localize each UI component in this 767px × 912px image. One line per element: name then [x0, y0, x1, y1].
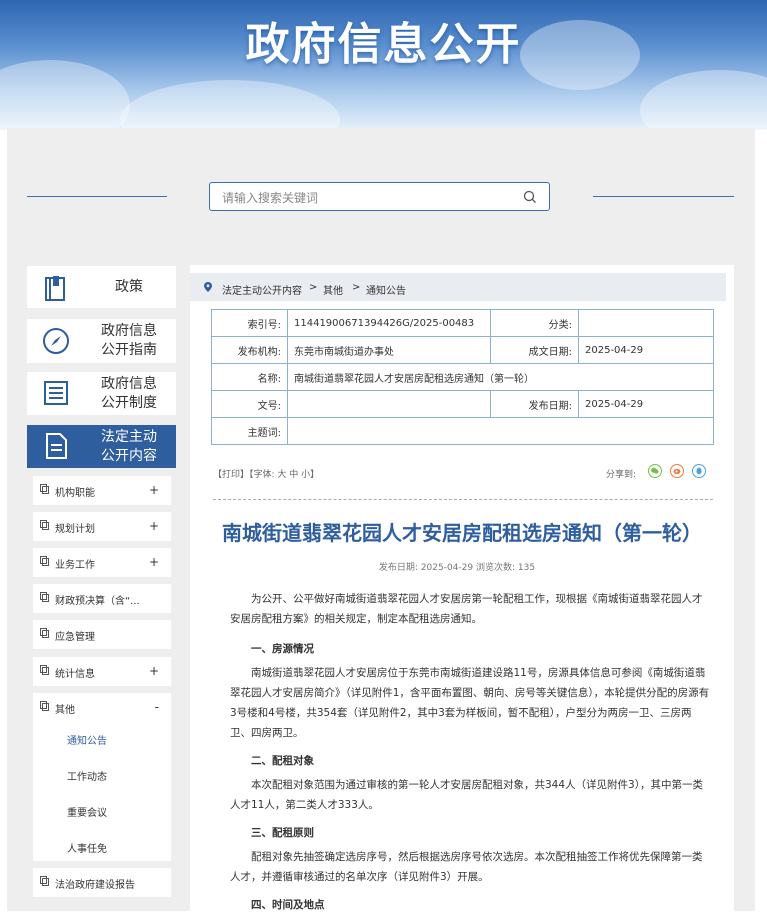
- nav-statutory-label-2: 公开内容: [101, 448, 157, 464]
- nav-guide-label-1: 政府信息: [101, 323, 157, 339]
- meta-value: 东莞市南城街道办事处: [287, 336, 491, 364]
- document-list-icon: [44, 381, 68, 405]
- meta-label: 主题词:: [211, 417, 288, 445]
- search-input[interactable]: [220, 188, 514, 208]
- meta-label: 分类:: [490, 309, 579, 337]
- qq-icon[interactable]: [692, 464, 706, 478]
- subnav-item[interactable]: 业务工作 +: [33, 548, 171, 577]
- meta-value: [287, 390, 491, 418]
- copy-icon: [40, 484, 49, 494]
- meta-label: 名称:: [211, 363, 288, 391]
- expand-icon[interactable]: +: [149, 519, 159, 533]
- weibo-icon[interactable]: [670, 464, 684, 478]
- subnav-item-label: 机构职能: [55, 488, 95, 499]
- expand-icon[interactable]: +: [149, 664, 159, 678]
- meta-value: 2025-04-29: [578, 390, 714, 418]
- meta-value: [578, 309, 714, 337]
- breadcrumb-separator: >: [309, 282, 318, 293]
- location-pin-icon: [204, 282, 212, 292]
- document-icon: [46, 433, 67, 459]
- book-icon: [45, 276, 65, 301]
- subnav-child-notice[interactable]: 通知公告: [67, 732, 107, 747]
- header-banner: 政府信息公开: [0, 0, 767, 130]
- meta-label: 文号:: [211, 390, 288, 418]
- meta-label: 索引号:: [211, 309, 288, 337]
- divider: [213, 499, 713, 500]
- nav-policy[interactable]: 政策: [27, 266, 176, 308]
- breadcrumb: 法定主动公开内容 > 其他 > 通知公告: [190, 273, 726, 301]
- subnav-child-meetings[interactable]: 重要会议: [67, 804, 107, 819]
- breadcrumb-separator: >: [352, 282, 361, 293]
- subnav-item-label: 应急管理: [55, 632, 95, 643]
- subnav-item[interactable]: 应急管理: [33, 620, 171, 649]
- banner-decoration: [120, 80, 340, 130]
- article-intro: 为公开、公平做好南城街道翡翠花园人才安居房第一轮配租工作，现根据《南城街道翡翠花…: [230, 593, 703, 625]
- nav-guide-label-2: 公开指南: [101, 342, 157, 358]
- meta-value: 2025-04-29: [578, 336, 714, 364]
- search-icon[interactable]: [523, 190, 537, 204]
- nav-system[interactable]: 政府信息 公开制度: [27, 372, 176, 415]
- banner-title: 政府信息公开: [245, 19, 522, 70]
- breadcrumb-link[interactable]: 其他: [323, 282, 343, 297]
- subnav-item[interactable]: 财政预决算（含“...: [33, 584, 171, 613]
- metadata-table: 索引号: 11441900671394426G/2025-00483 分类: 发…: [211, 309, 714, 445]
- section-heading: 四、时间及地点: [251, 899, 325, 911]
- copy-icon: [40, 628, 49, 638]
- copy-icon: [40, 592, 49, 602]
- breadcrumb-link[interactable]: 法定主动公开内容: [222, 282, 302, 297]
- subnav-item-label: 统计信息: [55, 669, 95, 680]
- banner-decoration: [640, 70, 767, 130]
- subnav-item-label: 业务工作: [55, 560, 95, 571]
- section-heading: 三、配租原则: [251, 827, 314, 839]
- section-text: 配租对象先抽签确定选房序号，然后根据选房序号依次选房。本次配租抽签工作将优先保障…: [230, 851, 703, 883]
- nav-policy-label: 政策: [115, 279, 143, 295]
- article-info: 发布日期: 2025-04-29 浏览次数: 135: [378, 563, 536, 573]
- subnav-child-news[interactable]: 工作动态: [67, 768, 107, 783]
- copy-icon: [40, 556, 49, 566]
- nav-system-label-2: 公开制度: [101, 395, 157, 411]
- meta-value: 南城街道翡翠花园人才安居房配租选房通知（第一轮）: [287, 363, 714, 391]
- subnav-item-label: 财政预决算（含“...: [55, 596, 140, 607]
- section-text: 南城街道翡翠花园人才安居房位于东莞市南城街道建设路11号，房源具体信息可参阅《南…: [230, 667, 710, 739]
- meta-value: [287, 417, 714, 445]
- search-divider-left: [27, 196, 167, 197]
- section-text: 本次配租对象范围为通过审核的第一轮人才安居房配租对象，共344人（详见附件3），…: [230, 779, 703, 811]
- search-divider-right: [593, 196, 734, 197]
- compass-icon: [43, 328, 69, 354]
- subnav-item-label: 法治政府建设报告: [55, 880, 135, 891]
- subnav-item[interactable]: 规划计划 +: [33, 512, 171, 541]
- expand-icon[interactable]: +: [149, 555, 159, 569]
- copy-icon: [40, 665, 49, 675]
- meta-label: 成文日期:: [490, 336, 579, 364]
- expand-icon[interactable]: +: [149, 483, 159, 497]
- nav-system-label-1: 政府信息: [101, 376, 157, 392]
- collapse-icon[interactable]: -: [155, 700, 159, 714]
- copy-icon: [40, 876, 49, 886]
- meta-label: 发布日期:: [490, 390, 579, 418]
- subnav-item[interactable]: 机构职能 +: [33, 476, 171, 505]
- wechat-icon[interactable]: [648, 464, 662, 478]
- nav-statutory-content[interactable]: 法定主动 公开内容: [27, 425, 176, 468]
- article-title: 南城街道翡翠花园人才安居房配租选房通知（第一轮）: [222, 521, 702, 545]
- breadcrumb-current[interactable]: 通知公告: [366, 282, 406, 297]
- section-heading: 一、房源情况: [251, 643, 314, 655]
- copy-icon: [40, 701, 49, 711]
- nav-statutory-label-1: 法定主动: [101, 429, 157, 445]
- subnav-item[interactable]: 法治政府建设报告: [33, 868, 171, 897]
- search-box: [209, 182, 550, 211]
- subnav-item-label: 其他: [55, 705, 75, 716]
- subnav-item[interactable]: 统计信息 +: [33, 657, 171, 686]
- subnav-item-label: 规划计划: [55, 524, 95, 535]
- section-heading: 二、配租对象: [251, 755, 314, 767]
- subnav-child-personnel[interactable]: 人事任免: [67, 840, 107, 855]
- meta-label: 发布机构:: [211, 336, 288, 364]
- print-font-tools[interactable]: 【打印】【字体: 大 中 小】: [213, 467, 319, 480]
- copy-icon: [40, 520, 49, 530]
- meta-value: 11441900671394426G/2025-00483: [287, 309, 491, 337]
- nav-guide[interactable]: 政府信息 公开指南: [27, 319, 176, 363]
- share-label: 分享到:: [606, 470, 637, 480]
- content-panel: 法定主动公开内容 > 其他 > 通知公告 索引号: 11441900671394…: [190, 265, 734, 911]
